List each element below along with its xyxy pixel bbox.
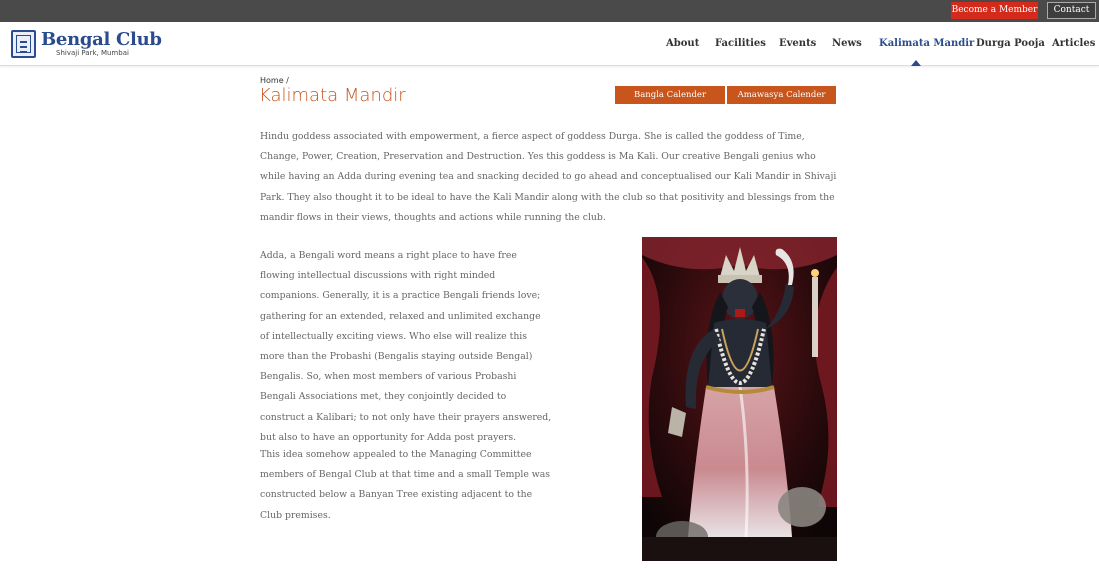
kali-idol-photo	[642, 237, 837, 561]
temple-history-paragraph: This idea somehow appealed to the Managi…	[260, 449, 551, 521]
kali-idol-illustration	[642, 237, 837, 561]
nav-events[interactable]: Events	[779, 38, 816, 49]
brand-subtitle: Shivaji Park, Mumbai	[56, 49, 129, 57]
site-header: Bengal Club Shivaji Park, Mumbai About F…	[0, 22, 1099, 66]
intro-paragraph: Hindu goddess associated with empowermen…	[260, 131, 837, 223]
amawasya-calender-button[interactable]: Amawasya Calender	[727, 86, 836, 104]
breadcrumb-home-link[interactable]: Home	[260, 76, 284, 85]
adda-paragraph: Adda, a Bengali word means a right place…	[260, 250, 552, 443]
breadcrumb-separator: /	[286, 76, 289, 85]
page-title: Kalimata Mandir	[259, 85, 406, 106]
brand-title[interactable]: Bengal Club	[41, 29, 162, 50]
nav-durga-pooja[interactable]: Durga Pooja	[976, 38, 1045, 49]
breadcrumb: Home /	[260, 76, 289, 85]
nav-kalimata-mandir[interactable]: Kalimata Mandir	[879, 38, 974, 49]
active-nav-indicator	[911, 60, 921, 66]
bangla-calender-button[interactable]: Bangla Calender	[615, 86, 725, 104]
nav-articles[interactable]: Articles	[1052, 38, 1095, 49]
club-logo-icon[interactable]	[11, 30, 36, 58]
nav-facilities[interactable]: Facilities	[715, 38, 766, 49]
become-member-button[interactable]: Become a Member	[951, 2, 1038, 19]
nav-news[interactable]: News	[832, 38, 862, 49]
nav-about[interactable]: About	[666, 38, 699, 49]
contact-button[interactable]: Contact	[1047, 2, 1096, 19]
top-utility-bar: Become a Member Contact	[0, 0, 1099, 22]
